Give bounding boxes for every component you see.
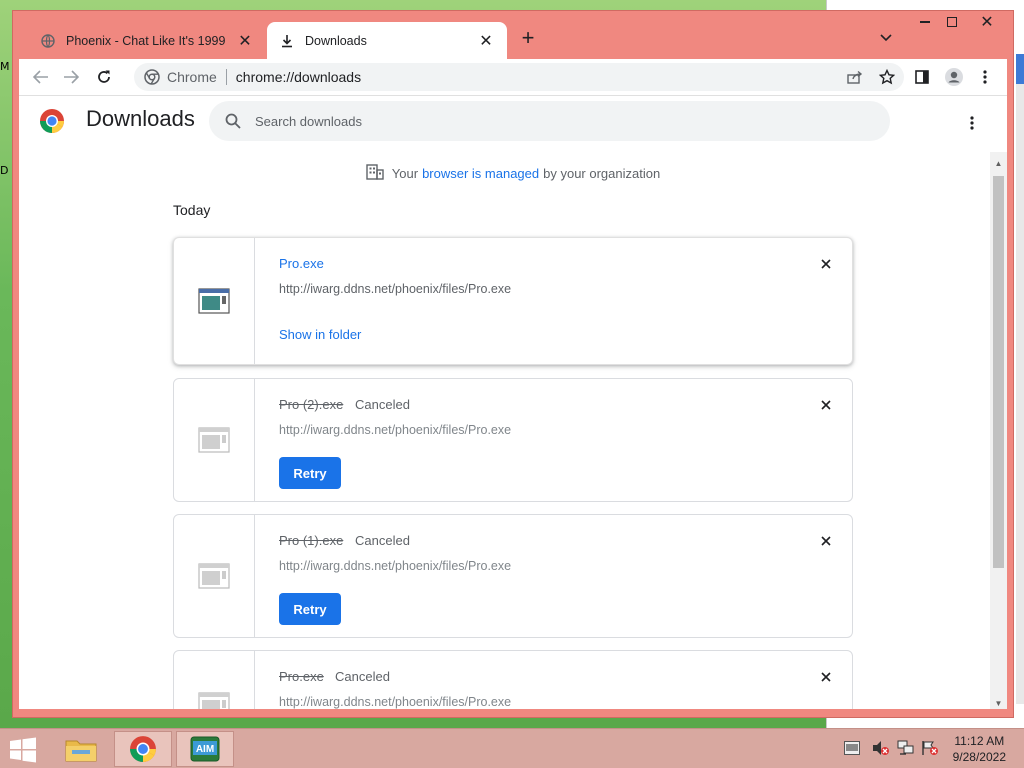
tab-label: Phoenix - Chat Like It's 1999 (66, 33, 226, 48)
scroll-up-arrow-icon[interactable]: ▲ (990, 156, 1007, 170)
file-icon-column (174, 651, 255, 709)
chrome-icon (130, 736, 156, 762)
page-scrollbar[interactable]: ▲ ▼ (990, 152, 1007, 709)
download-icon (279, 33, 295, 49)
tab-label: Downloads (305, 33, 367, 48)
globe-icon (40, 33, 56, 49)
file-name: Pro (2).exe (279, 397, 344, 412)
file-icon-column (174, 238, 255, 364)
managed-prefix: Your (391, 166, 419, 181)
clock-time: 11:12 AM (954, 734, 1005, 748)
download-item: Pro.exe http://iwarg.ddns.net/phoenix/fi… (173, 237, 853, 365)
status-badge: Canceled (355, 533, 410, 548)
remove-close-icon[interactable] (818, 669, 834, 685)
downloads-menu-icon[interactable] (962, 113, 982, 133)
site-chip-label: Chrome (167, 69, 217, 85)
download-item: Pro (1).exe Canceled http://iwarg.ddns.n… (173, 514, 853, 638)
new-tab-button[interactable]: + (516, 25, 540, 50)
close-tab-icon[interactable]: ✕ (477, 32, 495, 50)
tab-search-chevron-icon[interactable] (875, 27, 897, 49)
address-bar[interactable]: Chrome chrome://downloads (134, 63, 904, 91)
date-section-heading: Today (173, 202, 211, 218)
close-tab-icon[interactable]: ✕ (236, 32, 254, 50)
minimize-button[interactable] (911, 11, 939, 33)
system-clock[interactable]: 11:12 AM 9/28/2022 (953, 733, 1006, 765)
file-icon-column (174, 379, 255, 501)
browser-toolbar: Chrome chrome://downloads (19, 59, 1007, 95)
desktop-label-m: M (0, 60, 10, 73)
file-icon-column (174, 515, 255, 637)
side-panel-button[interactable] (908, 63, 936, 91)
omnibox-divider (225, 69, 227, 85)
aim-tray-icon[interactable] (843, 739, 861, 757)
browser-window: Phoenix - Chat Like It's 1999 ✕ Download… (12, 10, 1014, 718)
action-center-warning-icon[interactable] (921, 739, 939, 757)
background-scrollbar (1016, 54, 1024, 704)
file-url[interactable]: http://iwarg.ddns.net/phoenix/files/Pro.… (279, 282, 511, 296)
title-bar: Phoenix - Chat Like It's 1999 ✕ Download… (13, 11, 1013, 59)
remove-close-icon[interactable] (818, 397, 834, 413)
scrollbar-thumb[interactable] (993, 176, 1004, 568)
remove-close-icon[interactable] (818, 256, 834, 272)
windows-start-icon[interactable] (8, 737, 38, 763)
maximize-button[interactable] (938, 11, 966, 33)
search-bar[interactable] (209, 101, 890, 141)
file-name-link[interactable]: Pro.exe (279, 256, 324, 271)
download-item: Pro.exe Canceled http://iwarg.ddns.net/p… (173, 650, 853, 709)
search-input[interactable] (255, 113, 815, 129)
taskbar-file-explorer[interactable] (52, 731, 110, 767)
downloads-header: Downloads (19, 96, 1007, 152)
managed-notice: Your browser is managed by your organiza… (19, 164, 1007, 183)
remove-close-icon[interactable] (818, 533, 834, 549)
building-icon (366, 164, 384, 183)
taskbar: AIM 11:12 AM 9/28/2022 (0, 728, 1024, 768)
taskbar-chrome[interactable] (114, 731, 172, 767)
tab-phoenix[interactable]: Phoenix - Chat Like It's 1999 ✕ (28, 22, 266, 59)
folder-icon (65, 740, 97, 762)
status-badge: Canceled (355, 397, 410, 412)
exe-file-icon (198, 427, 230, 453)
bookmark-star-icon[interactable] (874, 63, 900, 91)
clock-date: 9/28/2022 (952, 750, 1006, 764)
chrome-site-icon (144, 69, 160, 85)
retry-button[interactable]: Retry (279, 457, 341, 489)
downloads-page: Downloads Your browser is managed by you… (19, 95, 1007, 709)
file-url[interactable]: http://iwarg.ddns.net/phoenix/files/Pro.… (279, 695, 511, 709)
search-icon (223, 111, 243, 131)
scroll-down-arrow-icon[interactable]: ▼ (990, 696, 1007, 709)
exe-file-icon (198, 563, 230, 589)
volume-muted-icon[interactable] (872, 739, 890, 757)
tab-downloads[interactable]: Downloads ✕ (267, 22, 507, 59)
reload-button[interactable] (90, 63, 118, 91)
file-name: Pro.exe (279, 669, 324, 684)
network-icon[interactable] (897, 739, 915, 757)
exe-file-icon (198, 288, 230, 314)
browser-menu-icon[interactable] (971, 63, 999, 91)
chrome-logo-icon (39, 109, 65, 133)
download-item: Pro (2).exe Canceled http://iwarg.ddns.n… (173, 378, 853, 502)
site-chip[interactable]: Chrome (144, 69, 217, 85)
retry-button[interactable]: Retry (279, 593, 341, 625)
aim-icon: AIM (190, 736, 220, 762)
status-badge: Canceled (335, 669, 390, 684)
taskbar-aim[interactable]: AIM (176, 731, 234, 767)
svg-text:AIM: AIM (196, 744, 214, 755)
page-title: Downloads (86, 106, 195, 131)
back-button[interactable] (27, 63, 55, 91)
desktop-label-d: D (0, 164, 9, 177)
exe-file-icon (198, 692, 230, 709)
file-name: Pro (1).exe (279, 533, 344, 548)
share-icon[interactable] (842, 63, 868, 91)
close-window-button[interactable]: ✕ (973, 11, 1001, 33)
show-in-folder-link[interactable]: Show in folder (279, 327, 361, 342)
managed-suffix: by your organization (543, 166, 661, 181)
forward-button[interactable] (57, 63, 85, 91)
file-url[interactable]: http://iwarg.ddns.net/phoenix/files/Pro.… (279, 559, 511, 573)
profile-avatar[interactable] (940, 63, 968, 91)
managed-link[interactable]: browser is managed (422, 166, 539, 181)
file-url[interactable]: http://iwarg.ddns.net/phoenix/files/Pro.… (279, 423, 511, 437)
url-text: chrome://downloads (235, 69, 362, 85)
